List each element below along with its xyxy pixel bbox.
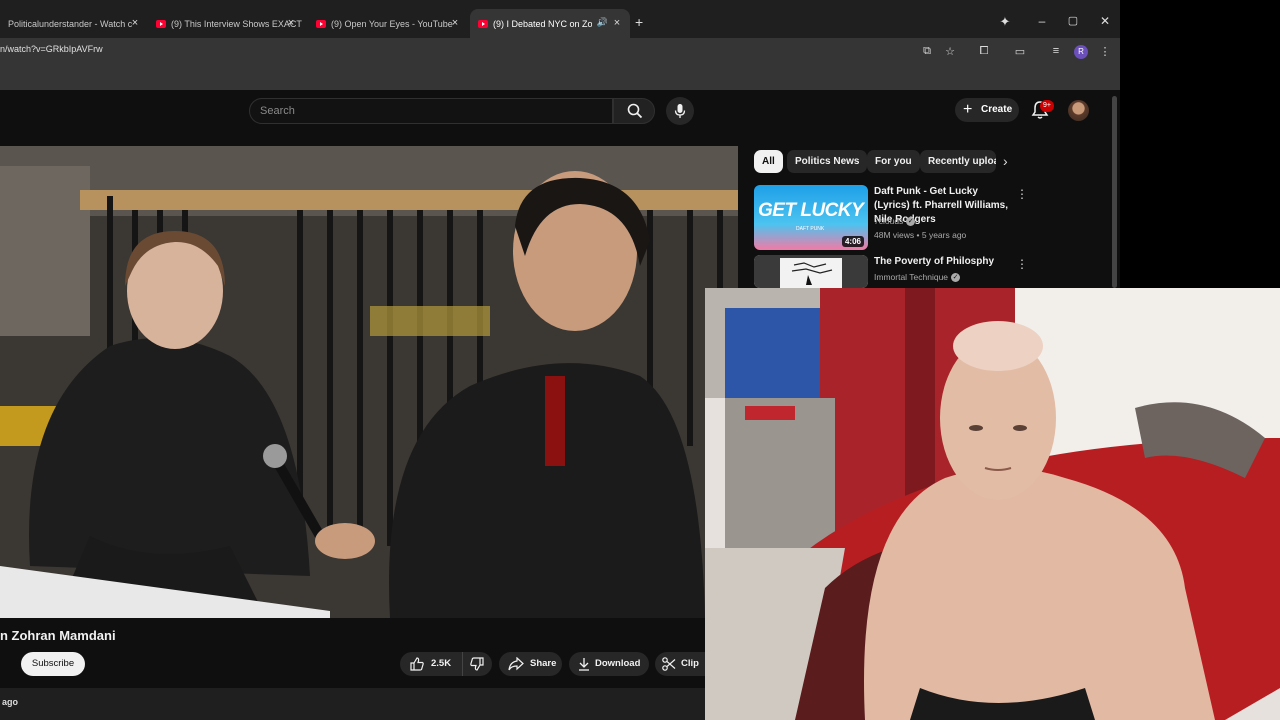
video-title: n Zohran Mamdani — [0, 628, 116, 643]
voice-search-button[interactable] — [666, 97, 694, 125]
tab-debated-nyc[interactable]: (9) I Debated NYC on Zohra 🔊 × — [470, 9, 630, 38]
subscribe-button[interactable]: Subscribe — [21, 652, 85, 676]
thumbnail-subtext: DAFT PUNK — [796, 226, 825, 232]
create-button[interactable]: + Create — [955, 98, 1019, 122]
tab-politicalunderstander[interactable]: Politicalunderstander - Watch c × — [0, 9, 148, 38]
search-input[interactable]: Search — [249, 98, 613, 124]
bookmark-star-icon[interactable]: ☆ — [943, 45, 957, 58]
microphone-icon — [674, 104, 686, 118]
search-icon — [627, 103, 643, 119]
page-scrollbar[interactable] — [1112, 96, 1117, 288]
browser-profile-avatar[interactable]: R — [1074, 45, 1088, 59]
like-button[interactable]: 2.5K — [400, 652, 462, 676]
verified-check-icon: ✓ — [906, 217, 916, 227]
more-options-icon[interactable]: ⋮ — [1016, 257, 1028, 271]
close-icon[interactable]: × — [284, 16, 298, 30]
close-icon[interactable]: × — [610, 16, 624, 30]
maximize-button[interactable]: ▢ — [1065, 14, 1081, 27]
account-avatar[interactable] — [1068, 100, 1089, 121]
recommendation-title[interactable]: The Poverty of Philosphy — [874, 255, 1016, 269]
more-options-icon[interactable]: ⋮ — [1016, 187, 1028, 201]
clip-label: Clip — [681, 658, 699, 669]
like-count: 2.5K — [431, 658, 452, 669]
notification-count-badge: 9+ — [1040, 100, 1054, 112]
recommendation-channel[interactable]: 7clouds ✓ — [874, 216, 916, 227]
create-label: Create — [981, 104, 1013, 115]
tab-interview[interactable]: (9) This Interview Shows EXACT × — [148, 9, 304, 38]
youtube-favicon-icon — [316, 19, 326, 28]
poverty-thumbnail-art — [754, 255, 868, 288]
recommendation-thumbnail[interactable] — [754, 255, 868, 288]
search-tabs-icon[interactable]: ✦ — [997, 14, 1013, 30]
search-button[interactable] — [613, 98, 655, 124]
channel-name: 7clouds — [874, 216, 904, 226]
share-label: Share — [530, 658, 557, 669]
video-player[interactable] — [0, 146, 738, 618]
dislike-button[interactable] — [462, 652, 492, 676]
video-duration: 4:06 — [841, 236, 864, 247]
download-icon — [579, 658, 589, 671]
tab-open-your-eyes[interactable]: (9) Open Your Eyes - YouTube × — [308, 9, 468, 38]
media-control-icon[interactable]: ≡ — [1049, 45, 1063, 57]
scissors-icon — [662, 657, 676, 671]
minimize-button[interactable]: – — [1034, 14, 1050, 28]
webcam-overlay — [705, 288, 1280, 720]
chip-recently-uploaded[interactable]: Recently uploaded — [920, 150, 996, 173]
video-frame-subway-interview — [0, 146, 738, 618]
chip-politics-news[interactable]: Politics News — [787, 150, 868, 173]
install-app-icon[interactable]: ⧉ — [920, 45, 934, 58]
address-bar[interactable]: n/watch?v=GRkbIpAVFrw — [0, 44, 103, 54]
window-close-button[interactable]: ✕ — [1097, 14, 1113, 28]
recommendation-meta: 48M views • 5 years ago — [874, 230, 967, 240]
side-panel-icon[interactable]: ▭ — [1013, 45, 1027, 58]
clip-button[interactable]: Clip — [655, 652, 705, 676]
share-button[interactable]: Share — [499, 652, 562, 676]
share-icon — [508, 657, 524, 671]
speaker-icon[interactable]: 🔊 — [597, 17, 608, 28]
video-description-box[interactable]: ago — [0, 688, 705, 720]
close-icon[interactable]: × — [128, 16, 142, 30]
new-tab-button[interactable]: + — [635, 14, 643, 30]
youtube-favicon-icon — [156, 19, 166, 28]
thumbnail-headline: GET LUCKY — [758, 200, 864, 221]
chip-for-you[interactable]: For you — [867, 150, 920, 173]
browser-menu-icon[interactable]: ⋮ — [1098, 45, 1112, 58]
screen: Politicalunderstander - Watch c × (9) Th… — [0, 0, 1280, 720]
download-label: Download — [595, 658, 641, 669]
close-icon[interactable]: × — [448, 16, 462, 30]
tab-title: (9) I Debated NYC on Zohra — [493, 18, 592, 29]
extensions-icon[interactable]: ⧠ — [977, 45, 991, 58]
download-button[interactable]: Download — [569, 652, 649, 676]
browser-toolbar: n/watch?v=GRkbIpAVFrw ⧉ ☆ ⧠ ▭ ≡ ⋮ — [0, 38, 1120, 68]
tab-title: Politicalunderstander - Watch c — [8, 18, 133, 29]
toolbar-strip — [0, 68, 1120, 90]
thumbs-up-icon — [410, 657, 424, 671]
recommendation-thumbnail[interactable]: GET LUCKY DAFT PUNK 4:06 — [754, 185, 868, 250]
plus-icon: + — [963, 101, 973, 118]
verified-check-icon: ✓ — [951, 273, 961, 283]
tab-strip: Politicalunderstander - Watch c × (9) Th… — [0, 0, 1120, 38]
webcam-feed-scene — [705, 288, 1280, 720]
thumbs-down-icon — [470, 657, 484, 671]
recommendation-channel[interactable]: Immortal Technique ✓ — [874, 272, 961, 283]
channel-name: Immortal Technique — [874, 272, 949, 282]
youtube-favicon-icon — [478, 19, 488, 28]
upload-date: ago — [2, 697, 19, 707]
chevron-right-icon[interactable]: › — [1003, 153, 1008, 169]
chip-all[interactable]: All — [754, 150, 783, 173]
